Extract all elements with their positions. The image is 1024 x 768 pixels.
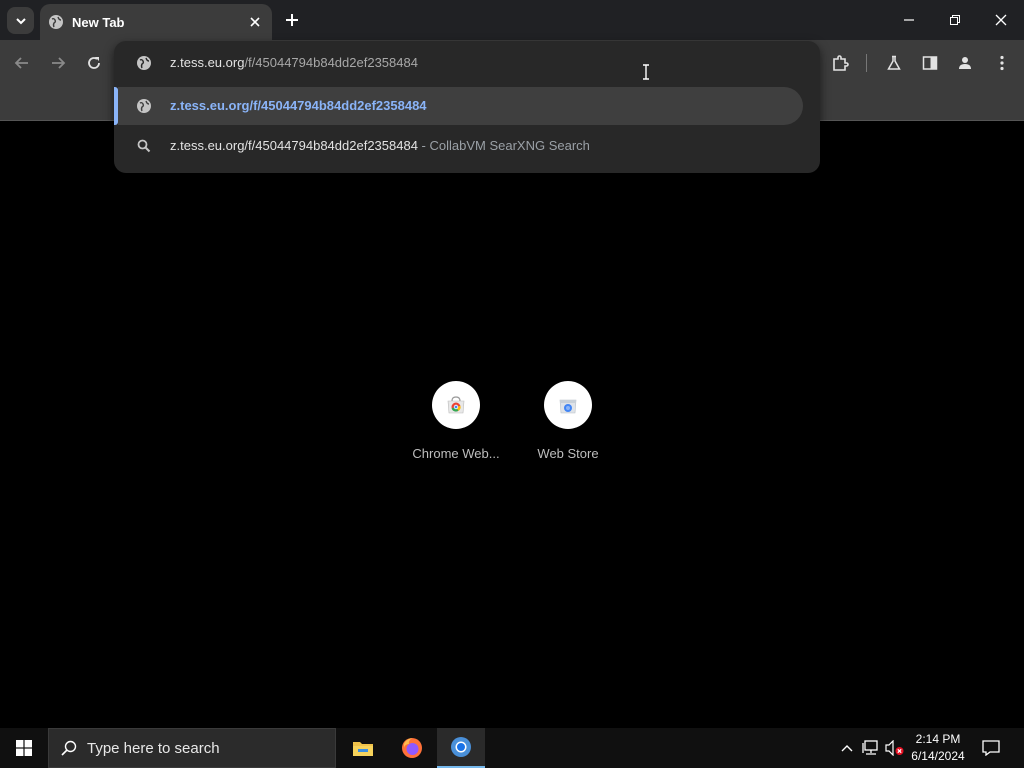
tab-title: New Tab: [72, 14, 125, 30]
tab-strip: New Tab: [0, 0, 1024, 40]
omnibox-text: z.tess.eu.org/f/45044794b84dd2ef2358484: [170, 55, 418, 70]
chevron-down-icon: [15, 17, 26, 24]
puzzle-icon: [833, 55, 849, 71]
suggestion-url-text: z.tess.eu.org/f/45044794b84dd2ef2358484: [170, 98, 427, 113]
suggestion-search-engine: - CollabVM SearXNG Search: [417, 138, 590, 153]
windows-icon: [16, 740, 32, 756]
tray-overflow-button[interactable]: [837, 738, 857, 758]
restore-icon: [950, 15, 960, 25]
reload-button[interactable]: [81, 50, 107, 76]
start-button[interactable]: [0, 728, 48, 768]
minimize-icon: [904, 19, 914, 21]
omnibox-input[interactable]: z.tess.eu.org/f/45044794b84dd2ef2358484: [114, 41, 820, 85]
taskbar-file-explorer[interactable]: [339, 728, 387, 768]
tray-volume[interactable]: [885, 738, 905, 758]
text-cursor-icon: [643, 64, 649, 80]
chevron-up-icon: [841, 745, 853, 752]
network-icon: [862, 740, 878, 755]
plus-icon: [286, 14, 298, 26]
reload-icon: [88, 57, 100, 69]
omnibox-path: /f/45044794b84dd2ef2358484: [244, 55, 418, 70]
tab-new-tab[interactable]: New Tab: [40, 4, 272, 40]
back-button[interactable]: [9, 50, 35, 76]
globe-icon: [136, 55, 152, 71]
tab-close-button[interactable]: [244, 11, 266, 33]
arrow-right-icon: [52, 57, 66, 69]
screen: New Tab z.tess.eu.org/f/45044794b84dd2ef…: [0, 0, 1024, 768]
shortcut-label: Web Store: [537, 446, 599, 461]
shortcut-web-store[interactable]: Web Store: [518, 381, 618, 461]
web-store-icon: [544, 381, 592, 429]
profile-button[interactable]: [952, 50, 978, 76]
flask-icon: [887, 55, 901, 70]
suggestion-selection-bar: [114, 87, 118, 125]
taskbar-search-placeholder: Type here to search: [87, 739, 220, 757]
extensions-button[interactable]: [827, 50, 853, 76]
firefox-icon: [402, 738, 422, 758]
chrome-web-store-icon: [432, 381, 480, 429]
arrow-left-icon: [14, 57, 28, 69]
system-clock[interactable]: 2:14 PM 6/14/2024: [905, 731, 971, 765]
close-icon: [250, 17, 260, 27]
toolbar-divider: [866, 54, 867, 72]
new-tab-button[interactable]: [280, 8, 304, 32]
search-icon: [61, 740, 77, 756]
clock-time: 2:14 PM: [915, 732, 961, 746]
minimize-button[interactable]: [886, 0, 932, 40]
taskbar-chrome[interactable]: [437, 728, 485, 768]
tab-search-button[interactable]: [7, 7, 34, 34]
suggestion-search-text: z.tess.eu.org/f/45044794b84dd2ef2358484 …: [170, 138, 590, 153]
kebab-menu-icon: [1000, 55, 1004, 71]
folder-icon: [353, 742, 373, 756]
side-panel-icon: [922, 56, 938, 70]
suggestion-url[interactable]: z.tess.eu.org/f/45044794b84dd2ef2358484: [114, 87, 820, 125]
suggestion-search[interactable]: z.tess.eu.org/f/45044794b84dd2ef2358484 …: [114, 127, 820, 165]
clock-date: 6/14/2024: [911, 749, 965, 763]
notification-center-button[interactable]: [978, 736, 1004, 760]
search-icon: [136, 138, 152, 154]
close-window-button[interactable]: [978, 0, 1024, 40]
menu-button[interactable]: [989, 50, 1015, 76]
forward-button[interactable]: [45, 50, 71, 76]
shortcut-chrome-web-store[interactable]: Chrome Web...: [406, 381, 506, 461]
notification-icon: [982, 740, 1000, 756]
tray-network[interactable]: [861, 738, 881, 758]
globe-icon: [136, 98, 152, 114]
labs-button[interactable]: [881, 50, 907, 76]
person-icon: [959, 57, 971, 69]
chrome-icon: [451, 737, 471, 757]
taskbar-search-box[interactable]: Type here to search: [48, 728, 336, 768]
omnibox-dropdown: z.tess.eu.org/f/45044794b84dd2ef2358484 …: [114, 41, 820, 173]
suggestion-search-query: z.tess.eu.org/f/45044794b84dd2ef2358484: [170, 138, 418, 153]
globe-icon: [49, 15, 63, 29]
close-icon: [995, 14, 1007, 26]
omnibox-host: z.tess.eu.org: [170, 55, 245, 70]
taskbar-firefox[interactable]: [388, 728, 436, 768]
taskbar: Type here to search 2:14 PM 6/14/2024: [0, 728, 1024, 768]
volume-muted-icon: [885, 740, 904, 756]
shortcut-label: Chrome Web...: [412, 446, 500, 461]
restore-button[interactable]: [932, 0, 978, 40]
side-panel-button[interactable]: [917, 50, 943, 76]
